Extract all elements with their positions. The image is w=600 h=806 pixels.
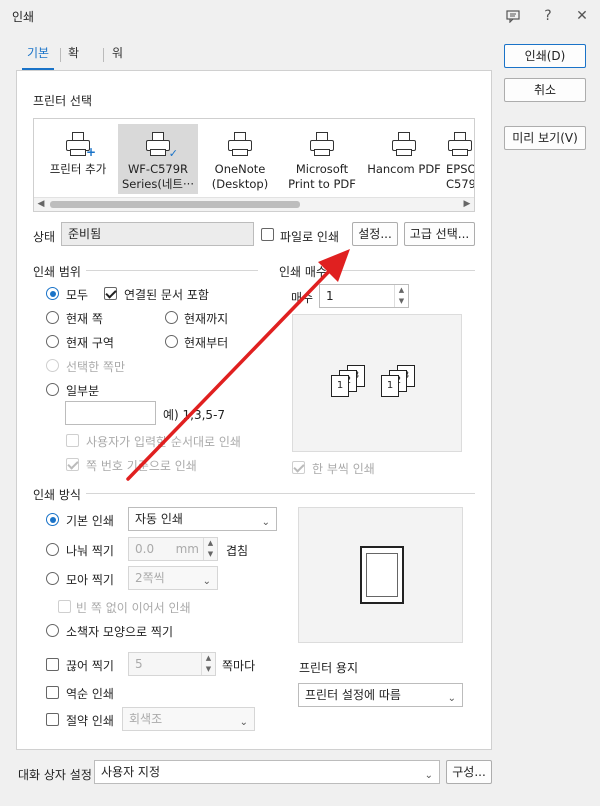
annotation-arrow — [126, 249, 350, 481]
